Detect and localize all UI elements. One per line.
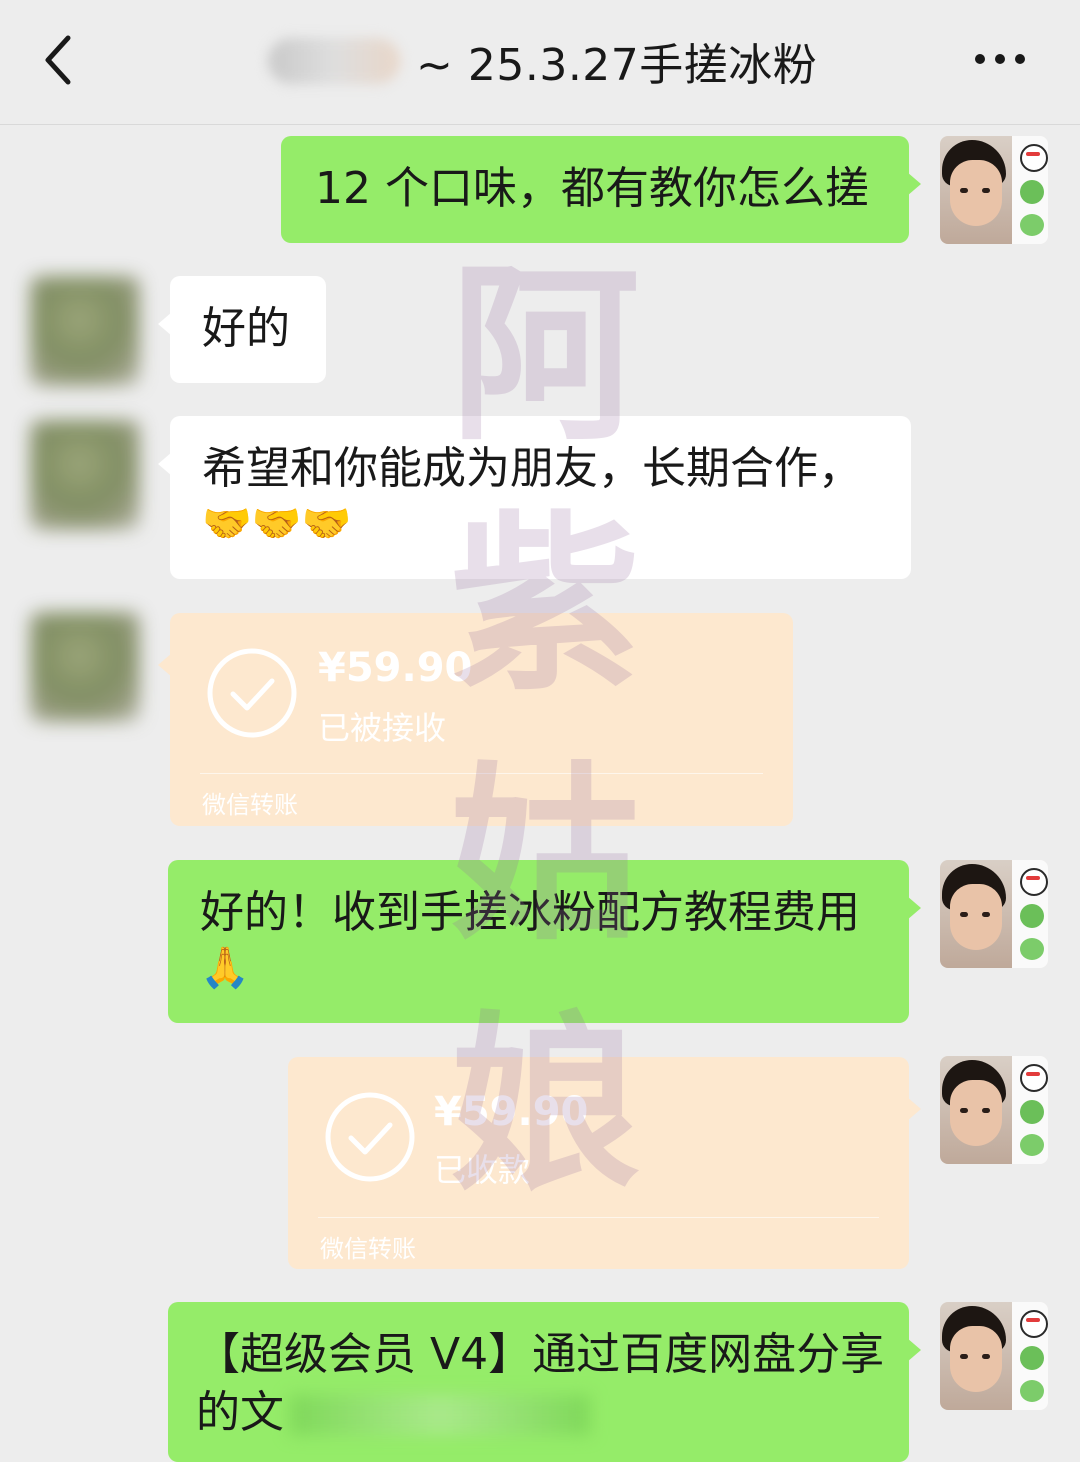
self-avatar[interactable]	[940, 136, 1048, 244]
message-text: 好的！收到手搓冰粉配方教程费用	[200, 887, 860, 938]
message-text: 希望和你能成为朋友，长期合作，	[202, 443, 862, 494]
handshake-emojis: 🤝🤝🤝	[202, 501, 352, 547]
chat-header: ~ 25.3.27手搓冰粉	[0, 0, 1080, 125]
self-avatar[interactable]	[940, 1056, 1048, 1164]
message-text: 12 个口味，都有教你怎么搓	[315, 163, 869, 214]
transfer-divider	[200, 773, 763, 774]
contact-avatar[interactable]	[30, 612, 140, 722]
blurred-text	[290, 1395, 590, 1435]
self-avatar[interactable]	[940, 860, 1048, 968]
transfer-card-received[interactable]: ¥59.90 已被接收 微信转账	[158, 613, 793, 826]
message-bubble-self[interactable]: 12 个口味，都有教你怎么搓	[281, 136, 921, 243]
contact-avatar[interactable]	[30, 276, 140, 386]
message-text-line2-row: 的文	[196, 1384, 881, 1442]
message-bubble-self[interactable]: 【超级会员 V4】通过百度网盘分享 的文	[168, 1302, 921, 1462]
transfer-footer-label: 微信转账	[320, 1235, 416, 1263]
chat-title-text: ~ 25.3.27手搓冰粉	[416, 40, 818, 91]
transfer-amount: ¥59.90	[434, 1089, 589, 1135]
message-bubble-self[interactable]: 好的！收到手搓冰粉配方教程费用 🙏	[168, 860, 921, 1023]
transfer-status: 已收款	[434, 1151, 531, 1189]
transfer-card-collected[interactable]: ¥59.90 已收款 微信转账	[288, 1057, 921, 1269]
pray-emoji: 🙏	[200, 945, 250, 991]
back-chevron-icon[interactable]	[36, 30, 84, 90]
transfer-amount: ¥59.90	[318, 645, 473, 691]
check-circle-icon	[207, 648, 297, 738]
transfer-footer-label: 微信转账	[202, 791, 298, 819]
message-text: 【超级会员 V4】通过百度网盘分享	[196, 1329, 885, 1380]
more-dots-icon[interactable]	[970, 44, 1030, 74]
contact-avatar[interactable]	[30, 420, 140, 530]
check-circle-icon	[325, 1092, 415, 1182]
transfer-divider	[318, 1217, 879, 1218]
self-avatar[interactable]	[940, 1302, 1048, 1410]
message-text: 好的	[202, 303, 290, 354]
message-bubble-other[interactable]: 希望和你能成为朋友，长期合作， 🤝🤝🤝	[158, 416, 911, 579]
blurred-contact-name	[268, 38, 400, 84]
message-bubble-other[interactable]: 好的	[158, 276, 326, 383]
chat-title: ~ 25.3.27手搓冰粉	[268, 26, 817, 96]
message-text: 的文	[196, 1387, 284, 1438]
transfer-status: 已被接收	[318, 709, 447, 747]
